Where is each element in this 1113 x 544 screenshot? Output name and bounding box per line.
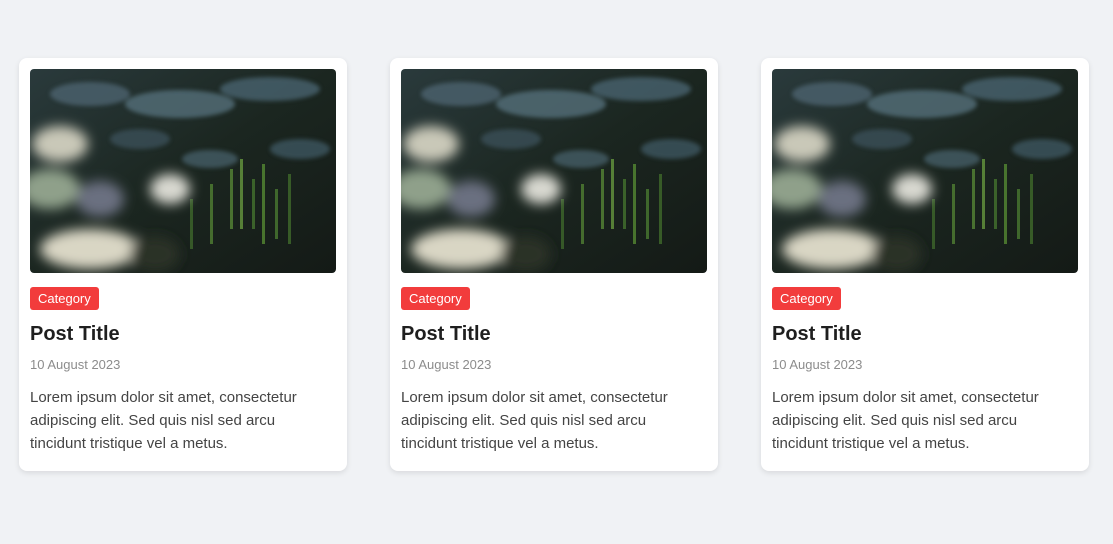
post-date: 10 August 2023 <box>30 357 121 372</box>
post-card[interactable]: Category Post Title 10 August 2023 Lorem… <box>19 58 347 471</box>
post-excerpt: Lorem ipsum dolor sit amet, consectetur … <box>772 389 1039 452</box>
post-image[interactable] <box>30 69 336 273</box>
post-date: 10 August 2023 <box>772 357 863 372</box>
category-badge[interactable]: Category <box>401 287 470 310</box>
post-excerpt: Lorem ipsum dolor sit amet, consectetur … <box>30 389 297 452</box>
category-badge[interactable]: Category <box>772 287 841 310</box>
post-image[interactable] <box>772 69 1078 273</box>
post-excerpt: Lorem ipsum dolor sit amet, consectetur … <box>401 389 668 452</box>
post-title[interactable]: Post Title <box>30 321 336 347</box>
post-title[interactable]: Post Title <box>772 321 1078 347</box>
post-image[interactable] <box>401 69 707 273</box>
post-title[interactable]: Post Title <box>401 321 707 347</box>
post-date: 10 August 2023 <box>401 357 492 372</box>
post-card-grid: Category Post Title 10 August 2023 Lorem… <box>19 58 1089 471</box>
post-card[interactable]: Category Post Title 10 August 2023 Lorem… <box>761 58 1089 471</box>
post-card[interactable]: Category Post Title 10 August 2023 Lorem… <box>390 58 718 471</box>
category-badge[interactable]: Category <box>30 287 99 310</box>
